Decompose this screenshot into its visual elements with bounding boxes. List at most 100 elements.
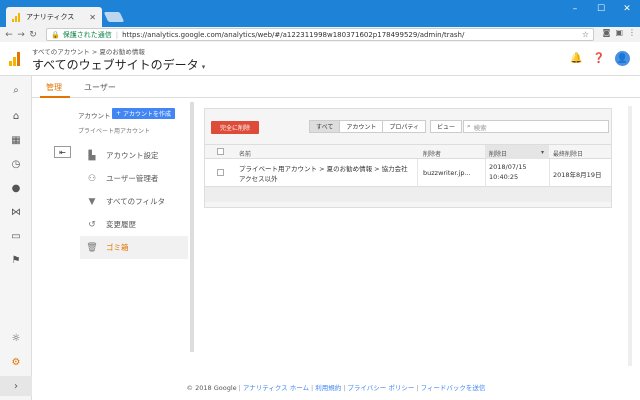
filter-account-button[interactable]: アカウント xyxy=(339,120,384,133)
maximize-icon[interactable]: ☐ xyxy=(588,0,614,18)
row-name-line2: アクセス以外 xyxy=(239,175,278,183)
search-icon[interactable]: ⌕ xyxy=(0,80,32,100)
app-header: すべてのアカウント > 夏のお勧め情報 すべてのウェブサイトのデータ ▾ 🔔 ❓ … xyxy=(0,42,640,76)
expand-chevron-icon[interactable]: › xyxy=(0,376,32,396)
audience-icon[interactable]: ● xyxy=(0,178,32,198)
trash-table: 名前 削除者 削除日 ▾ 最終削除日 プライベート用アカウント > 夏のお勧め情… xyxy=(205,144,611,202)
scrollbar[interactable] xyxy=(628,106,632,366)
tab-title: アナリティクス xyxy=(26,13,75,21)
window-controls: – ☐ ✕ xyxy=(562,0,640,18)
reload-icon[interactable]: ↻ xyxy=(27,30,39,40)
row-deleted-time: 10:40:25 xyxy=(489,173,519,181)
flag-icon[interactable]: ⚑ xyxy=(0,250,32,270)
footer-link-terms[interactable]: 利用規約 xyxy=(315,384,341,392)
url-text: https://analytics.google.com/analytics/w… xyxy=(122,30,465,39)
browser-titlebar: アナリティクス ✕ – ☐ ✕ xyxy=(0,0,640,27)
footer-link-feedback[interactable]: フィードバックを送信 xyxy=(421,384,486,392)
secure-label: 保護された通信 xyxy=(62,30,112,39)
active-tab-indicator xyxy=(40,96,70,98)
account-name: プライベート用アカウント xyxy=(78,128,151,135)
breadcrumb[interactable]: すべてのアカウント > 夏のお勧め情報 xyxy=(32,46,145,56)
main-content: 管理 ユーザー ⇤ アカウント + アカウントを作成 プライベート用アカウント … xyxy=(32,76,640,400)
lightbulb-icon[interactable]: ☼ xyxy=(0,328,32,348)
trash-icon: 🗑 xyxy=(86,242,98,253)
forward-arrow-icon[interactable]: → xyxy=(15,30,27,40)
account-label: アカウント xyxy=(78,112,111,120)
camera-icon[interactable]: ◙ xyxy=(603,28,611,37)
table-row[interactable]: プライベート用アカウント > 夏のお勧め情報 > 協力会社 アクセス以外 buz… xyxy=(205,159,611,187)
history-icon: ↺ xyxy=(88,219,96,230)
tab-user[interactable]: ユーザー xyxy=(84,82,116,93)
dashboard-icon[interactable]: ▦ xyxy=(0,130,32,150)
help-icon[interactable]: ❓ xyxy=(593,53,605,64)
create-account-button[interactable]: + アカウントを作成 xyxy=(112,108,175,119)
building-icon: ▙ xyxy=(88,150,96,161)
row-checkbox[interactable] xyxy=(217,169,224,176)
home-icon[interactable]: ⌂ xyxy=(0,106,32,126)
row-name: プライベート用アカウント > 夏のお勧め情報 > 協力会社 xyxy=(239,165,408,173)
filter-view-button[interactable]: ビュー xyxy=(430,120,463,133)
menu-item-account-settings[interactable]: ▙ アカウント設定 xyxy=(80,144,188,167)
copyright: © 2018 Google xyxy=(186,384,237,392)
toolbar-actions: ◙ ▣ ⋮ xyxy=(603,28,636,37)
minimize-icon[interactable]: – xyxy=(562,0,588,18)
menu-item-trash[interactable]: 🗑 ゴミ箱 xyxy=(80,236,188,259)
select-all-checkbox[interactable] xyxy=(217,148,224,155)
column-divider xyxy=(190,102,194,352)
col-deleted-by[interactable]: 削除者 xyxy=(423,149,441,158)
header-actions: 🔔 ❓ 👤 xyxy=(570,51,630,66)
footer-link-privacy[interactable]: プライバシー ポリシー xyxy=(347,384,414,392)
close-window-icon[interactable]: ✕ xyxy=(614,0,640,18)
clock-icon[interactable]: ◷ xyxy=(0,154,32,174)
view-selector[interactable]: すべてのウェブサイトのデータ ▾ xyxy=(32,56,205,73)
admin-tabs: 管理 ユーザー xyxy=(32,76,640,98)
gear-icon[interactable]: ⚙ xyxy=(0,352,32,372)
search-input[interactable]: ⌕ 検索 xyxy=(463,120,609,133)
trash-panel: 完全に削除 すべて アカウント プロパティ ビュー ⌕ 検索 名前 削除者 削除… xyxy=(204,108,612,208)
analytics-favicon-icon xyxy=(12,12,21,22)
avatar[interactable]: 👤 xyxy=(615,51,630,66)
delete-permanently-button[interactable]: 完全に削除 xyxy=(211,121,259,134)
chevron-down-icon: ▾ xyxy=(201,63,206,71)
filter-property-button[interactable]: プロパティ xyxy=(382,120,426,133)
row-deleted-date: 2018/07/15 xyxy=(489,163,527,171)
filter-icon: ▼ xyxy=(88,196,96,207)
sort-desc-icon: ▾ xyxy=(541,149,545,156)
search-placeholder: 検索 xyxy=(473,123,487,132)
col-final-delete-date[interactable]: 最終削除日 xyxy=(553,149,583,158)
filter-all-button[interactable]: すべて xyxy=(309,120,341,133)
chrome-menu-icon[interactable]: ⋮ xyxy=(628,28,636,37)
acquisition-icon[interactable]: ⋈ xyxy=(0,202,32,222)
bell-icon[interactable]: 🔔 xyxy=(570,53,582,64)
collapse-arrow-icon[interactable]: ⇤ xyxy=(54,146,71,158)
address-bar[interactable]: 🔒 保護された通信 | https://analytics.google.com… xyxy=(46,28,594,41)
search-icon: ⌕ xyxy=(467,122,471,130)
analytics-logo-icon[interactable] xyxy=(9,52,20,66)
account-menu: ▙ アカウント設定 ⚇ ユーザー管理者 ▼ すべてのフィルタ ↺ 変更履歴 🗑 ゴミ箱 xyxy=(80,144,188,259)
table-header: 名前 削除者 削除日 ▾ 最終削除日 xyxy=(205,144,611,159)
menu-item-user-management[interactable]: ⚇ ユーザー管理者 xyxy=(80,167,188,190)
browser-tab[interactable]: アナリティクス ✕ xyxy=(6,7,102,27)
menu-item-change-history[interactable]: ↺ 変更履歴 xyxy=(80,213,188,236)
tab-close-icon[interactable]: ✕ xyxy=(89,13,96,22)
extension-icon[interactable]: ▣ xyxy=(615,28,623,37)
users-icon: ⚇ xyxy=(87,173,97,184)
bookmark-star-icon[interactable]: ☆ xyxy=(582,30,589,39)
row-deleted-by: buzzwriter.jp... xyxy=(423,169,471,177)
lock-icon: 🔒 xyxy=(51,30,60,39)
browser-toolbar: ← → ↻ 🔒 保護された通信 | https://analytics.goog… xyxy=(0,27,640,42)
behavior-icon[interactable]: ▭ xyxy=(0,226,32,246)
menu-item-filters[interactable]: ▼ すべてのフィルタ xyxy=(80,190,188,213)
row-final-delete-date: 2018年8月19日 xyxy=(553,171,602,179)
col-deleted-date[interactable]: 削除日 xyxy=(489,149,507,158)
col-name[interactable]: 名前 xyxy=(239,149,251,158)
footer: © 2018 Google | アナリティクス ホーム | 利用規約 | プライバシー ポリ… xyxy=(186,384,486,392)
new-tab-button[interactable] xyxy=(103,12,125,22)
tab-admin[interactable]: 管理 xyxy=(46,82,62,93)
back-arrow-icon[interactable]: ← xyxy=(3,30,15,40)
type-filter: すべて アカウント プロパティ ビュー xyxy=(309,120,463,133)
plus-icon: + xyxy=(116,110,123,117)
footer-link-home[interactable]: アナリティクス ホーム xyxy=(243,384,309,392)
left-nav-rail: ⌕ ⌂ ▦ ◷ ● ⋈ ▭ ⚑ ☼ ⚙ › xyxy=(0,76,32,400)
page-title: すべてのウェブサイトのデータ xyxy=(32,58,199,72)
